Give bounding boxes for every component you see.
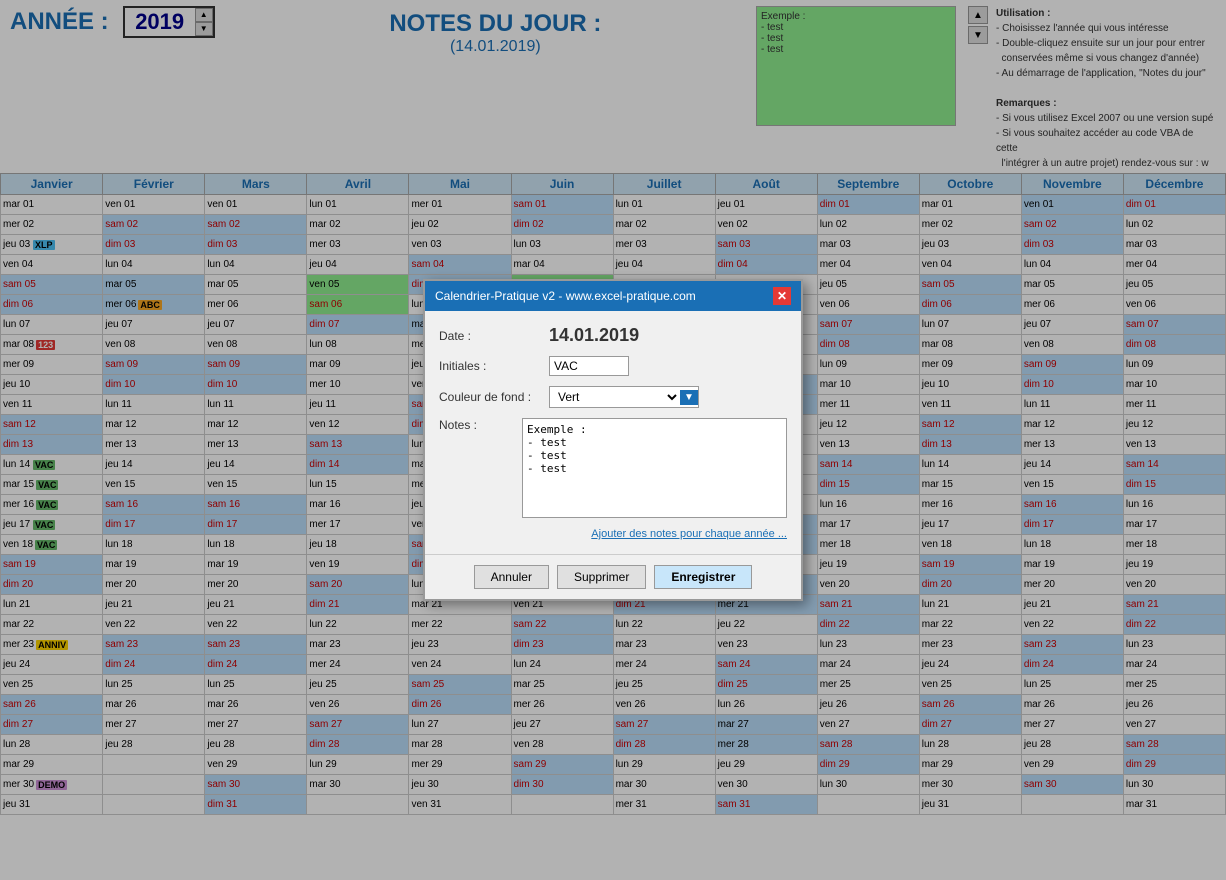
modal-title-bar: Calendrier-Pratique v2 - www.excel-prati… bbox=[425, 281, 801, 311]
modal-initiales-row: Initiales : bbox=[439, 356, 787, 376]
modal-couleur-select-wrap: Aucune Bleu Vert Jaune Rouge Orange ▼ bbox=[549, 386, 699, 408]
modal-couleur-select[interactable]: Aucune Bleu Vert Jaune Rouge Orange bbox=[550, 387, 680, 407]
modal-initiales-input[interactable] bbox=[549, 356, 629, 376]
modal-couleur-row: Couleur de fond : Aucune Bleu Vert Jaune… bbox=[439, 386, 787, 408]
modal-select-arrow-icon[interactable]: ▼ bbox=[680, 390, 698, 405]
modal-close-button[interactable]: ✕ bbox=[773, 287, 791, 305]
modal-body: Date : 14.01.2019 Initiales : Couleur de… bbox=[425, 311, 801, 554]
modal-initiales-label: Initiales : bbox=[439, 359, 549, 373]
modal-notes-label: Notes : bbox=[439, 418, 522, 432]
modal-title: Calendrier-Pratique v2 - www.excel-prati… bbox=[435, 289, 696, 303]
modal-annuler-button[interactable]: Annuler bbox=[474, 565, 549, 589]
modal-notes-row: Notes : Exemple : - test - test - test bbox=[439, 418, 787, 518]
modal-dialog: Calendrier-Pratique v2 - www.excel-prati… bbox=[423, 279, 803, 601]
modal-couleur-label: Couleur de fond : bbox=[439, 390, 549, 404]
modal-add-notes-link[interactable]: Ajouter des notes pour chaque année ... bbox=[439, 528, 787, 540]
modal-date-label: Date : bbox=[439, 329, 549, 343]
modal-date-row: Date : 14.01.2019 bbox=[439, 325, 787, 346]
modal-date-value: 14.01.2019 bbox=[549, 325, 639, 346]
modal-notes-textarea[interactable]: Exemple : - test - test - test bbox=[522, 418, 787, 518]
modal-supprimer-button[interactable]: Supprimer bbox=[557, 565, 646, 589]
modal-enregistrer-button[interactable]: Enregistrer bbox=[654, 565, 752, 589]
modal-overlay: Calendrier-Pratique v2 - www.excel-prati… bbox=[0, 0, 1226, 880]
modal-footer: Annuler Supprimer Enregistrer bbox=[425, 554, 801, 599]
